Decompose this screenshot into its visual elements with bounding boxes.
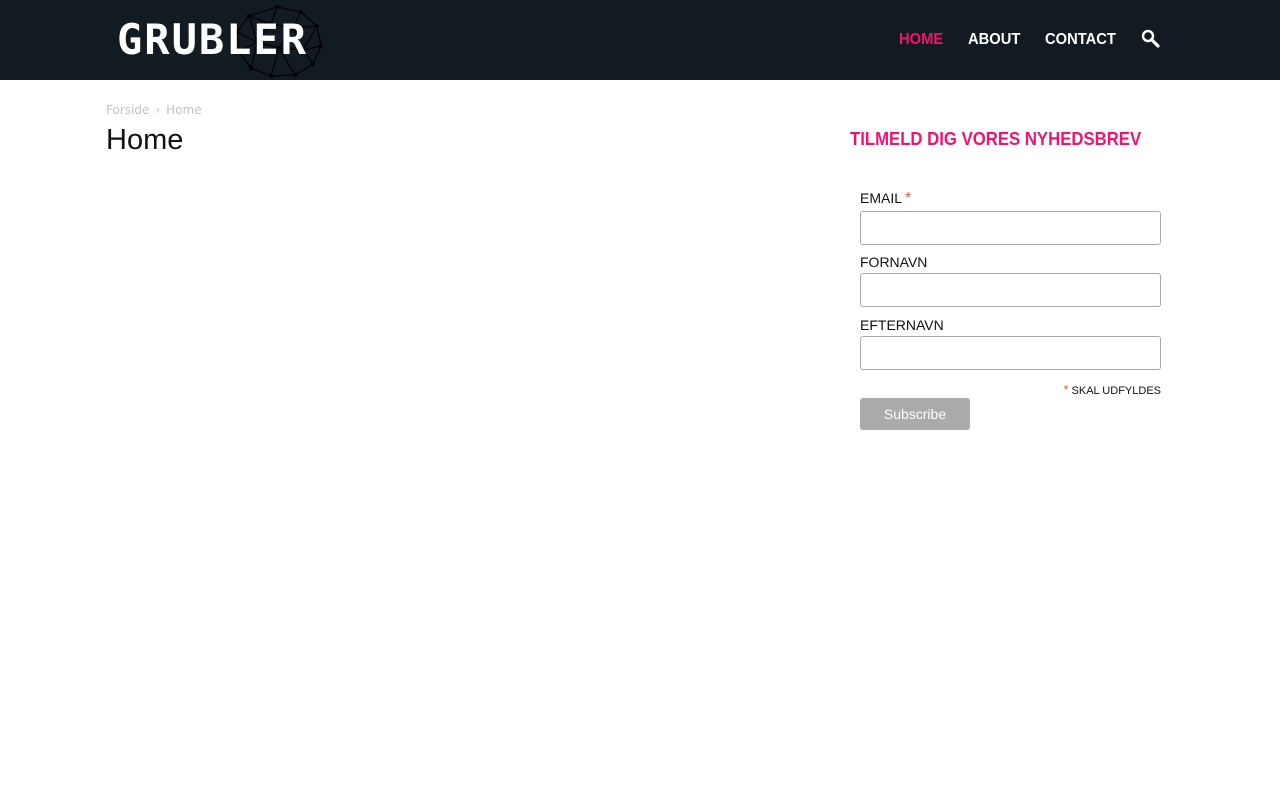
required-mark: *: [905, 190, 912, 207]
efternavn-field[interactable]: [860, 336, 1161, 370]
efternavn-label: EFTERNAVN: [860, 317, 944, 333]
main-nav: HOME ABOUT CONTACT: [0, 0, 1280, 80]
breadcrumb-link-forside[interactable]: Forside: [106, 103, 149, 117]
newsletter-title: TILMELD DIG VORES NYHEDSBREV: [850, 129, 1142, 149]
search-button[interactable]: [1140, 28, 1162, 50]
breadcrumb: Forside › Home: [106, 102, 202, 118]
search-icon: [1141, 29, 1160, 48]
site-header: GRUBLER HOME ABOUT CONTACT: [0, 0, 1280, 80]
required-note-mark: *: [1063, 382, 1069, 397]
email-label: EMAIL *: [860, 190, 911, 207]
nav-item-about[interactable]: ABOUT: [968, 30, 1020, 50]
required-note: * SKAL UDFYLDES: [860, 383, 1161, 398]
page-title: Home: [106, 124, 184, 156]
breadcrumb-current: Home: [166, 103, 202, 117]
subscribe-button[interactable]: Subscribe: [860, 398, 970, 430]
email-field[interactable]: [860, 211, 1161, 245]
nav-item-contact[interactable]: CONTACT: [1045, 30, 1116, 50]
fornavn-field[interactable]: [860, 273, 1161, 307]
required-note-text: SKAL UDFYLDES: [1071, 385, 1161, 397]
nav-item-home[interactable]: HOME: [899, 30, 943, 50]
fornavn-label: FORNAVN: [860, 254, 928, 270]
breadcrumb-separator: ›: [155, 103, 161, 117]
email-label-text: EMAIL: [860, 190, 903, 206]
